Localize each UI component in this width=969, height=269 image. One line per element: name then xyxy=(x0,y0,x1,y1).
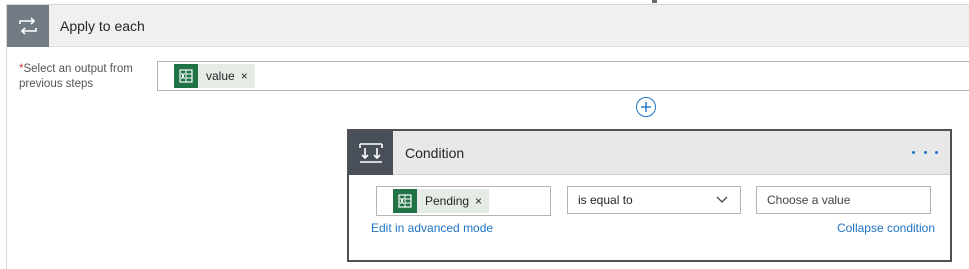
condition-icon xyxy=(349,131,393,175)
apply-to-each-title: Apply to each xyxy=(60,18,145,34)
condition-card: Condition Pending × is equal to Choose a… xyxy=(347,129,952,262)
edit-advanced-mode-link[interactable]: Edit in advanced mode xyxy=(371,221,493,235)
output-label-text: Select an output from previous steps xyxy=(19,63,133,90)
ellipsis-icon xyxy=(912,150,915,154)
excel-icon xyxy=(174,64,198,88)
excel-icon xyxy=(393,189,417,213)
apply-to-each-header[interactable]: Apply to each xyxy=(7,5,969,47)
loop-icon xyxy=(7,5,49,47)
ellipsis-icon xyxy=(923,150,927,154)
operator-dropdown[interactable]: is equal to xyxy=(567,186,741,214)
more-options-button[interactable] xyxy=(912,145,938,159)
ellipsis-icon xyxy=(935,150,938,154)
operator-value: is equal to xyxy=(578,193,633,207)
output-field-label: *Select an output from previous steps xyxy=(19,62,149,92)
condition-title: Condition xyxy=(405,145,465,161)
plus-circle-icon xyxy=(641,102,651,112)
collapse-condition-link[interactable]: Collapse condition xyxy=(837,221,935,235)
output-select-input[interactable]: value × xyxy=(157,61,969,91)
token-label: Pending xyxy=(425,194,470,208)
token-label: value xyxy=(206,69,235,83)
condition-header[interactable]: Condition xyxy=(349,131,950,175)
pending-token[interactable]: Pending × xyxy=(393,189,490,213)
add-step-button[interactable] xyxy=(636,97,656,117)
condition-value-input[interactable] xyxy=(756,186,931,214)
connector-arrow xyxy=(652,0,657,3)
value-token[interactable]: value × xyxy=(174,64,255,88)
remove-token-icon[interactable]: × xyxy=(241,69,255,83)
condition-left-operand[interactable]: Pending × xyxy=(376,186,551,216)
chevron-down-icon xyxy=(716,196,728,203)
remove-token-icon[interactable]: × xyxy=(475,194,489,208)
